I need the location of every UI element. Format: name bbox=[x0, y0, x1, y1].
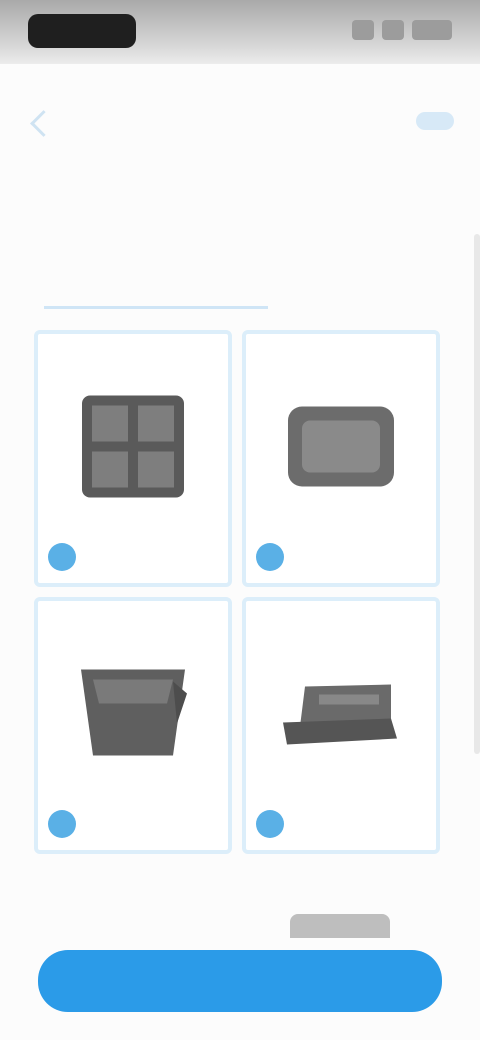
radio-button[interactable] bbox=[48, 543, 76, 571]
radio-button[interactable] bbox=[256, 810, 284, 838]
option-grid bbox=[34, 330, 440, 854]
option-tile-1[interactable] bbox=[34, 330, 232, 587]
option-tile-2[interactable] bbox=[242, 330, 440, 587]
status-bar bbox=[0, 0, 480, 64]
section-label bbox=[44, 286, 268, 309]
next-option-preview bbox=[290, 914, 390, 938]
nav-row bbox=[0, 104, 480, 144]
back-icon[interactable] bbox=[30, 110, 57, 137]
battery-icon bbox=[412, 20, 452, 40]
box-device-icon bbox=[286, 404, 396, 493]
status-icons bbox=[352, 20, 452, 42]
grid-device-icon bbox=[78, 391, 188, 506]
status-time bbox=[28, 14, 136, 48]
flat-device-icon bbox=[279, 678, 403, 753]
option-tile-4[interactable] bbox=[242, 597, 440, 854]
continue-button[interactable] bbox=[38, 950, 442, 1012]
radio-button[interactable] bbox=[48, 810, 76, 838]
help-link[interactable] bbox=[416, 112, 454, 130]
option-label bbox=[84, 814, 194, 836]
wifi-icon bbox=[382, 20, 404, 40]
option-label bbox=[292, 547, 402, 569]
basket-device-icon bbox=[77, 663, 189, 768]
radio-button[interactable] bbox=[256, 543, 284, 571]
scrollbar[interactable] bbox=[474, 234, 480, 754]
option-tile-3[interactable] bbox=[34, 597, 232, 854]
option-label bbox=[84, 547, 194, 569]
page-sheet bbox=[0, 64, 480, 1040]
option-label bbox=[292, 814, 402, 836]
signal-icon bbox=[352, 20, 374, 40]
